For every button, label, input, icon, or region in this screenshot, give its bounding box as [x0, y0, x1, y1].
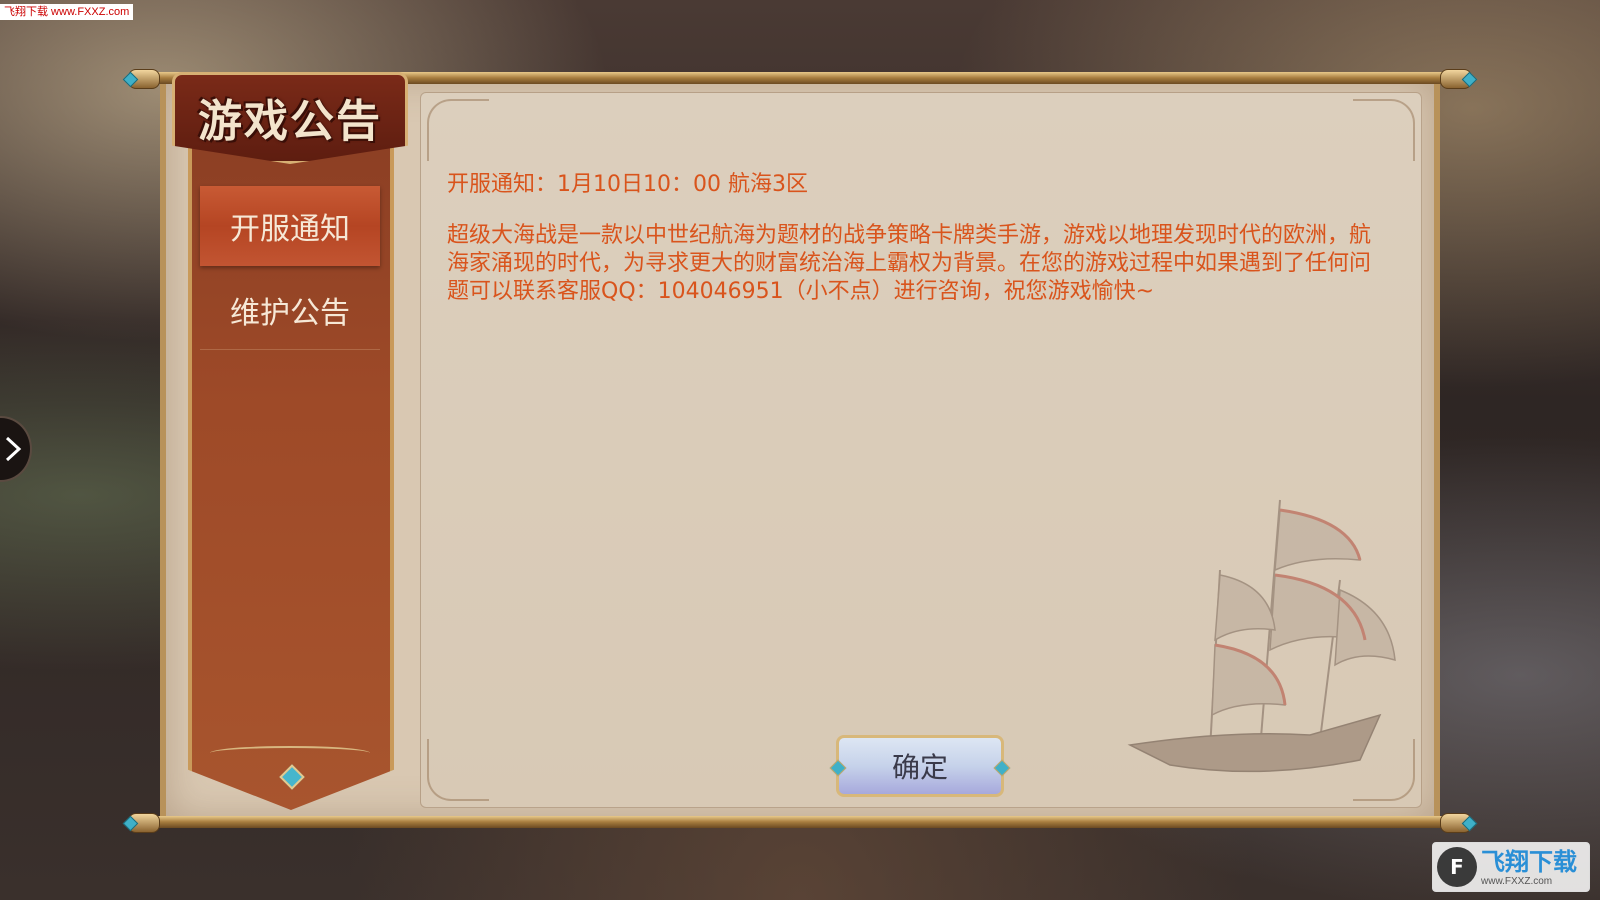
watermark-logo: F 飞翔下载 www.FXXZ.com — [1432, 842, 1590, 892]
tab-maintenance-notice[interactable]: 维护公告 — [200, 270, 380, 350]
tab-server-open-notice[interactable]: 开服通知 — [200, 186, 380, 266]
notice-body: 超级大海战是一款以中世纪航海为题材的战争策略卡牌类手游，游戏以地理发现时代的欧洲… — [447, 223, 1372, 304]
scroll-rod-bottom — [128, 816, 1472, 828]
corner-ornament — [427, 739, 489, 801]
corner-ornament — [427, 99, 489, 161]
sidebar-ornament — [210, 746, 370, 760]
rod-cap — [122, 69, 160, 89]
watermark-name: 飞翔下载 — [1481, 847, 1577, 876]
watermark-top: 飞翔下载 www.FXXZ.com — [0, 4, 134, 20]
rod-cap — [122, 813, 160, 833]
notice-title: 开服通知：1月10日10：00 航海3区 — [447, 172, 808, 197]
chevron-right-icon — [5, 436, 22, 462]
watermark-url: www.FXXZ.com — [1481, 875, 1553, 887]
corner-ornament — [1353, 99, 1415, 161]
confirm-button[interactable]: 确定 — [829, 735, 1011, 797]
logo-icon: F — [1437, 847, 1477, 887]
rod-cap — [1440, 813, 1478, 833]
title-plaque: 游戏公告 — [172, 72, 408, 164]
rod-cap — [1440, 69, 1478, 89]
panel-title: 游戏公告 — [198, 96, 382, 147]
confirm-button-label: 确定 — [891, 751, 948, 784]
ship-icon — [1127, 499, 1396, 773]
